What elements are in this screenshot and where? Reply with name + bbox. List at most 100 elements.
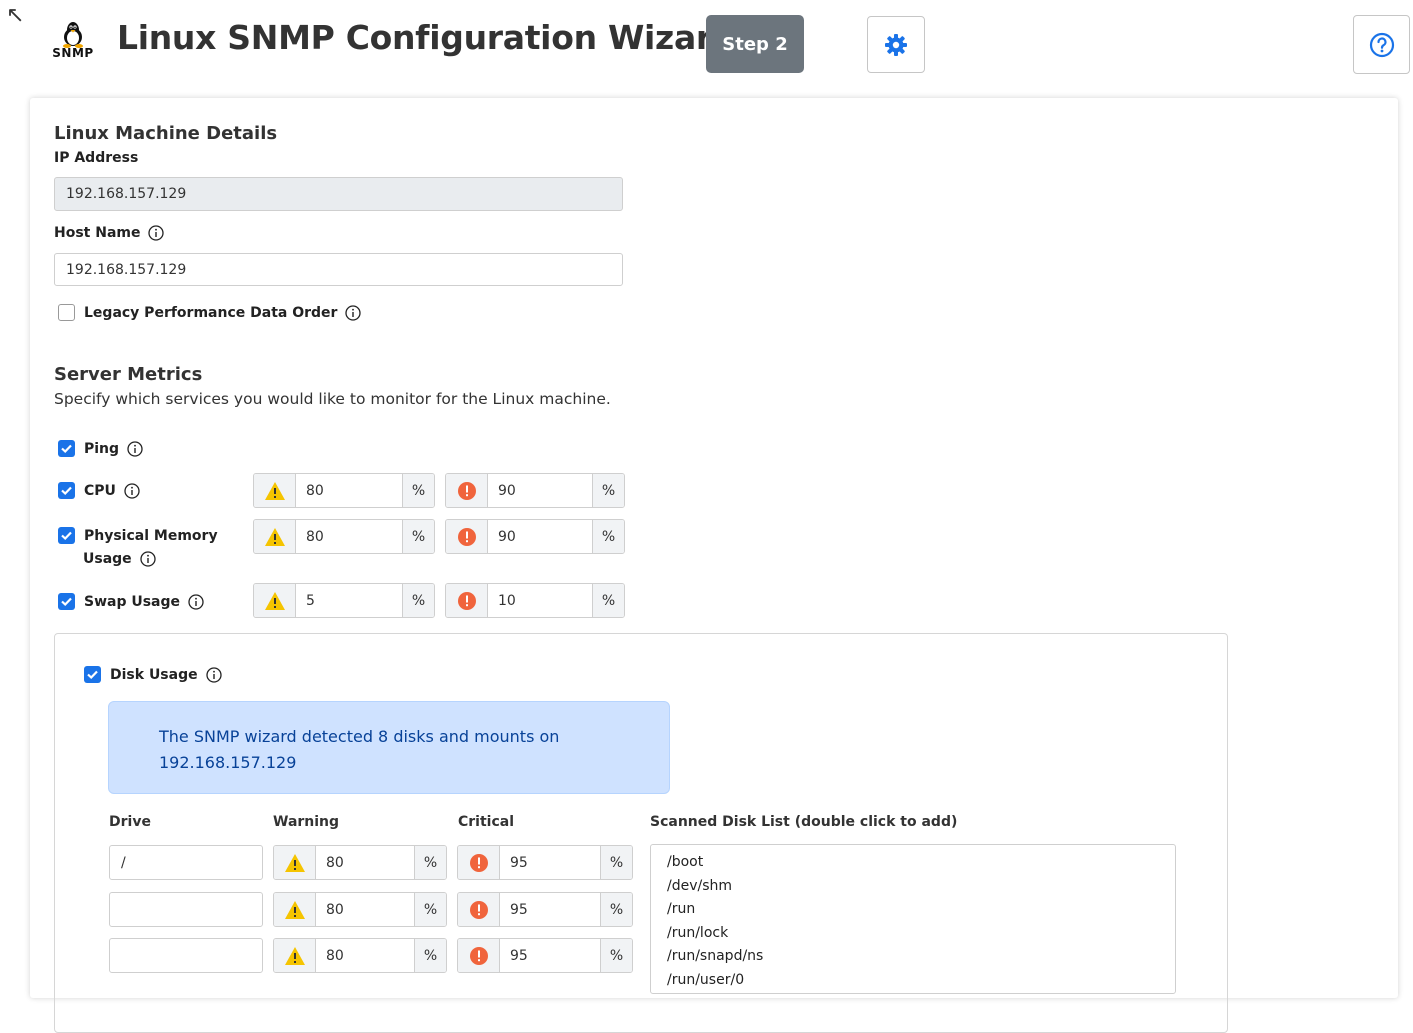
memory-checkbox-row[interactable]: Physical Memory [58, 527, 218, 544]
critical-icon [446, 584, 488, 617]
cpu-checkbox[interactable] [58, 482, 75, 499]
disk-critical-input[interactable]: 95 [500, 893, 600, 926]
memory-label-line2: Usage [83, 551, 156, 567]
info-icon[interactable] [345, 304, 362, 321]
critical-icon [458, 939, 500, 972]
step-badge: Step 2 [706, 15, 804, 73]
cpu-warning-input[interactable]: 80 [296, 474, 402, 507]
check-icon [61, 531, 72, 541]
disk-critical-group: 95 % [457, 938, 633, 973]
swap-warning-group: 5 % [253, 583, 435, 618]
swap-checkbox-row[interactable]: Swap Usage [58, 593, 204, 610]
scanned-disk-list[interactable]: /boot /dev/shm /run /run/lock /run/snapd… [650, 844, 1176, 994]
ip-address-input[interactable]: 192.168.157.129 [54, 177, 623, 211]
disk-critical-group: 95 % [457, 892, 633, 927]
percent-unit: % [414, 939, 446, 972]
cpu-critical-input[interactable]: 90 [488, 474, 592, 507]
memory-critical-group: 90 % [445, 519, 625, 554]
disk-warning-input[interactable]: 80 [316, 846, 414, 879]
disk-critical-input[interactable]: 95 [500, 939, 600, 972]
check-icon [87, 670, 98, 680]
percent-unit: % [600, 893, 632, 926]
swap-checkbox[interactable] [58, 593, 75, 610]
host-name-label-text: Host Name [54, 225, 141, 241]
drive-input[interactable]: / [109, 845, 263, 880]
drive-column-header: Drive [109, 814, 151, 830]
wizard-card: Linux Machine Details IP Address 192.168… [30, 98, 1398, 1033]
info-icon[interactable] [188, 593, 204, 610]
disk-warning-input[interactable]: 80 [316, 939, 414, 972]
legacy-perf-order-checkbox[interactable] [58, 304, 75, 321]
gear-icon [885, 33, 907, 56]
logo-text: SNMP [52, 46, 94, 60]
critical-column-header: Critical [458, 814, 515, 830]
scanned-disk-item[interactable]: /run [667, 898, 1159, 922]
swap-critical-input[interactable]: 10 [488, 584, 592, 617]
memory-label-line1: Physical Memory [84, 527, 218, 544]
memory-warning-group: 80 % [253, 519, 435, 554]
scanned-disk-item[interactable]: /run/user/0 [667, 969, 1159, 993]
drive-input[interactable] [109, 938, 263, 973]
snmp-linux-logo: SNMP [48, 20, 98, 70]
disk-critical-input[interactable]: 95 [500, 846, 600, 879]
host-name-input[interactable]: 192.168.157.129 [54, 253, 623, 286]
disk-warning-group: 80 % [273, 892, 447, 927]
percent-unit: % [414, 846, 446, 879]
disk-warning-group: 80 % [273, 845, 447, 880]
info-icon[interactable] [205, 666, 222, 683]
ip-address-label-text: IP Address [54, 150, 139, 166]
percent-unit: % [600, 939, 632, 972]
ping-checkbox[interactable] [58, 440, 75, 457]
info-icon[interactable] [124, 482, 140, 499]
scanned-disk-item[interactable]: /dev/shm [667, 875, 1159, 899]
ip-address-label: IP Address [54, 150, 138, 166]
disk-usage-checkbox[interactable] [84, 666, 101, 683]
check-icon [61, 444, 72, 454]
warning-icon [254, 584, 296, 617]
host-name-label: Host Name [54, 225, 165, 241]
scanned-disk-item[interactable]: /boot [667, 851, 1159, 875]
warning-icon [274, 939, 316, 972]
legacy-perf-order-label-text: Legacy Performance Data Order [84, 304, 338, 321]
scanned-disk-item[interactable]: /run/lock [667, 922, 1159, 946]
cpu-label: CPU [84, 483, 140, 499]
swap-warning-input[interactable]: 5 [296, 584, 402, 617]
warning-icon [274, 846, 316, 879]
scanned-disk-item[interactable]: /run/snapd/ns [667, 945, 1159, 969]
ping-checkbox-row[interactable]: Ping [58, 440, 143, 457]
critical-icon [458, 893, 500, 926]
critical-icon [446, 474, 488, 507]
info-icon[interactable] [127, 440, 143, 457]
legacy-perf-order-checkbox-row[interactable]: Legacy Performance Data Order [58, 304, 362, 321]
disk-usage-label-text: Disk Usage [110, 666, 198, 683]
memory-warning-input[interactable]: 80 [296, 520, 402, 553]
page-title: Linux SNMP Configuration Wizard [117, 18, 736, 57]
info-icon[interactable] [140, 551, 156, 567]
mouse-cursor-icon: ↖ [6, 2, 25, 27]
scanned-disk-list-header: Scanned Disk List (double click to add) [650, 814, 958, 830]
critical-icon [458, 846, 500, 879]
percent-unit: % [402, 474, 434, 507]
ping-label: Ping [84, 441, 143, 457]
disk-critical-group: 95 % [457, 845, 633, 880]
disk-usage-label: Disk Usage [110, 667, 222, 683]
help-button[interactable] [1353, 15, 1410, 74]
cpu-checkbox-row[interactable]: CPU [58, 482, 140, 499]
memory-critical-input[interactable]: 90 [488, 520, 592, 553]
check-icon [61, 486, 72, 496]
disk-warning-group: 80 % [273, 938, 447, 973]
disk-warning-input[interactable]: 80 [316, 893, 414, 926]
drive-input[interactable] [109, 892, 263, 927]
server-metrics-description: Specify which services you would like to… [54, 390, 611, 408]
legacy-perf-order-label: Legacy Performance Data Order [84, 304, 362, 321]
disk-usage-checkbox-row[interactable]: Disk Usage [84, 666, 222, 683]
tux-penguin-icon [63, 22, 83, 48]
percent-unit: % [414, 893, 446, 926]
percent-unit: % [402, 520, 434, 553]
memory-label-line2-text: Usage [83, 551, 132, 567]
info-icon[interactable] [148, 225, 165, 241]
ping-label-text: Ping [84, 440, 120, 457]
settings-button[interactable] [867, 16, 925, 73]
memory-checkbox[interactable] [58, 527, 75, 544]
swap-critical-group: 10 % [445, 583, 625, 618]
